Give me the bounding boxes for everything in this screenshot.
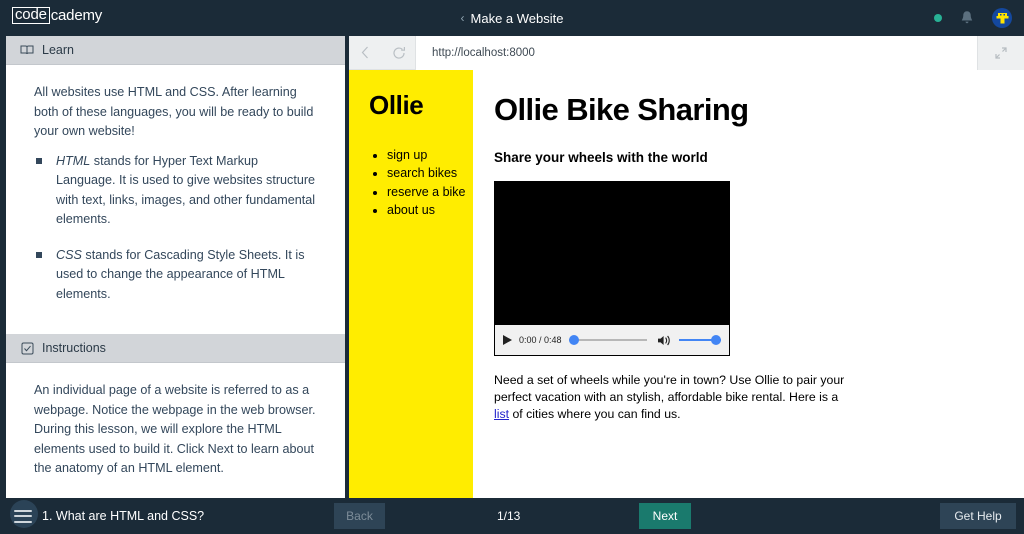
webpage-brand: Ollie xyxy=(369,90,424,120)
video-time: 0:00 / 0:48 xyxy=(519,335,562,345)
learn-bullet-list: HTML stands for Hyper Text Markup Langua… xyxy=(34,152,317,305)
user-avatar[interactable] xyxy=(992,8,1012,28)
video-controls: 0:00 / 0:48 xyxy=(495,325,729,355)
lesson-title: 1. What are HTML and CSS? xyxy=(42,509,205,523)
list-item[interactable]: sign up xyxy=(387,147,473,164)
bullet-term-html: HTML xyxy=(56,153,91,168)
lesson-panel: Learn All websites use HTML and CSS. Aft… xyxy=(6,36,345,498)
volume-slider[interactable] xyxy=(679,334,721,346)
bottom-bar: 1. What are HTML and CSS? Back 1/13 Next… xyxy=(0,498,1024,534)
paragraph-text-after: of cities where you can find us. xyxy=(509,406,681,421)
back-button[interactable]: Back xyxy=(334,503,385,529)
webpage-paragraph: Need a set of wheels while you're in tow… xyxy=(494,372,854,423)
url-bar[interactable]: http://localhost:8000 xyxy=(415,35,977,70)
bullet-text-css: stands for Cascading Style Sheets. It is… xyxy=(56,247,305,301)
back-chevron-icon[interactable]: ‹ xyxy=(461,11,465,25)
section-body-instructions: An individual page of a website is refer… xyxy=(6,363,345,498)
volume-icon[interactable] xyxy=(657,334,673,347)
hamburger-menu-icon xyxy=(14,509,32,523)
webpage-nav-list: sign up search bikes reserve a bike abou… xyxy=(369,147,473,219)
next-button[interactable]: Next xyxy=(639,503,691,529)
webpage-heading: Ollie Bike Sharing xyxy=(494,92,749,127)
video-screen[interactable] xyxy=(495,182,729,327)
seek-knob[interactable] xyxy=(568,335,579,345)
browser-back-button[interactable] xyxy=(349,36,382,70)
list-item: CSS stands for Cascading Style Sheets. I… xyxy=(34,246,317,305)
section-header-instructions[interactable]: Instructions xyxy=(6,334,345,364)
url-text: http://localhost:8000 xyxy=(432,46,535,59)
app-bar: code cademy ‹ Make a Website xyxy=(0,0,1024,36)
section-title-learn: Learn xyxy=(42,43,74,57)
app-bar-actions xyxy=(934,0,1012,36)
section-title-instructions: Instructions xyxy=(42,341,106,356)
list-item[interactable]: search bikes xyxy=(387,165,473,182)
webpage-nav: Ollie sign up search bikes reserve a bik… xyxy=(349,70,473,498)
online-status-dot xyxy=(934,14,942,22)
section-body-learn: All websites use HTML and CSS. After lea… xyxy=(6,65,345,334)
browser-reload-button[interactable] xyxy=(382,36,415,70)
instructions-paragraph: An individual page of a website is refer… xyxy=(34,383,316,476)
checkbox-icon xyxy=(20,341,34,355)
cities-list-link[interactable]: list xyxy=(494,407,509,421)
list-item[interactable]: about us xyxy=(387,202,473,219)
expand-preview-button[interactable] xyxy=(977,35,1024,70)
rendered-webpage: Ollie sign up search bikes reserve a bik… xyxy=(349,70,1024,498)
paragraph-text-before: Need a set of wheels while you're in tow… xyxy=(494,373,845,404)
course-title: Make a Website xyxy=(470,10,564,26)
list-item[interactable]: reserve a bike xyxy=(387,184,473,201)
seek-track xyxy=(568,339,647,341)
learn-paragraph: All websites use HTML and CSS. After lea… xyxy=(34,85,314,139)
menu-button[interactable] xyxy=(0,498,46,534)
list-item: HTML stands for Hyper Text Markup Langua… xyxy=(34,152,317,230)
webpage-main: Ollie Bike Sharing Share your wheels wit… xyxy=(473,70,1024,498)
bullet-term-css: CSS xyxy=(56,247,82,262)
webpage-subheading: Share your wheels with the world xyxy=(494,150,708,165)
book-icon xyxy=(20,43,34,57)
volume-knob[interactable] xyxy=(711,335,721,345)
browser-preview: http://localhost:8000 Ollie sign up sear… xyxy=(349,35,1024,498)
section-header-learn[interactable]: Learn xyxy=(6,36,345,65)
browser-toolbar: http://localhost:8000 xyxy=(349,35,1024,70)
video-player[interactable]: 0:00 / 0:48 xyxy=(494,181,730,356)
play-icon[interactable] xyxy=(503,335,512,345)
bell-icon[interactable] xyxy=(960,10,974,26)
course-title-area: ‹ Make a Website xyxy=(0,0,1024,36)
get-help-button[interactable]: Get Help xyxy=(940,503,1016,529)
lesson-progress: 1/13 xyxy=(497,509,521,523)
video-seek-slider[interactable] xyxy=(568,334,647,346)
bullet-text-html: stands for Hyper Text Markup Language. I… xyxy=(56,153,316,227)
